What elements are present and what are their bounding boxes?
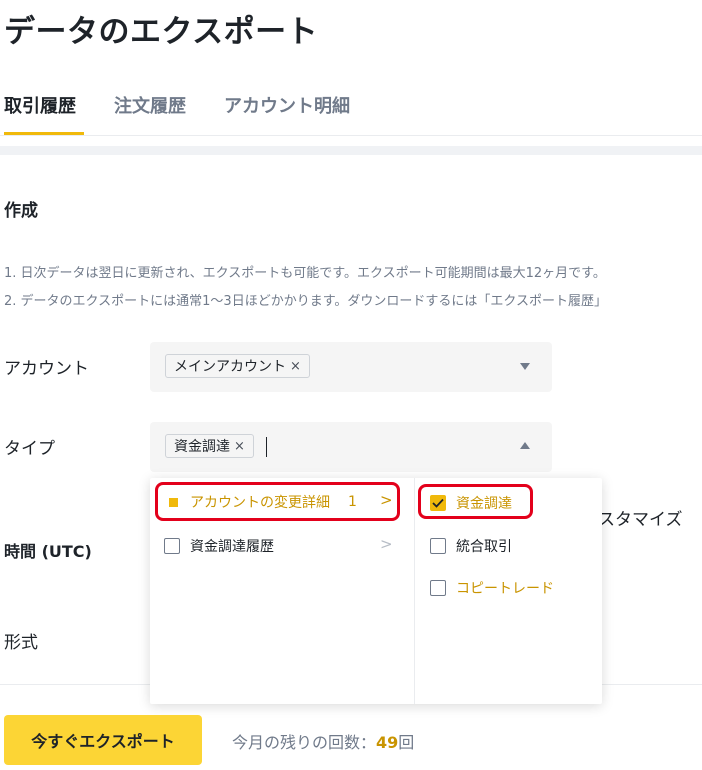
checkbox-icon[interactable]	[430, 580, 446, 596]
tab-trade-history[interactable]: 取引履歴	[4, 92, 76, 118]
remaining-suffix: 回	[398, 733, 415, 752]
note-1: 1. 日次データは翌日に更新され、エクスポートも可能です。エクスポート可能期間は…	[4, 266, 606, 281]
checkbox-icon[interactable]	[430, 538, 446, 554]
account-tag: メインアカウント ×	[165, 354, 310, 378]
dropdown-item-label: 資金調達履歴	[190, 539, 274, 555]
remaining-count-text: 今月の残りの回数：49回	[232, 729, 414, 753]
customize-option[interactable]: スタマイズ	[598, 505, 683, 530]
chevron-right-icon[interactable]: >	[380, 535, 393, 553]
type-tag: 資金調達 ×	[165, 434, 254, 458]
dropdown-column-divider	[414, 478, 415, 704]
account-select[interactable]: メインアカウント ×	[150, 342, 552, 392]
type-label: タイプ	[4, 439, 55, 459]
type-tag-remove-icon[interactable]: ×	[234, 439, 245, 454]
chevron-up-icon[interactable]	[520, 442, 530, 449]
format-label: 形式	[4, 633, 38, 653]
type-tag-label: 資金調達	[174, 439, 230, 455]
section-title: 作成	[4, 201, 38, 221]
section-separator	[0, 146, 702, 155]
dropdown-option-integrated-trading[interactable]: 統合取引	[430, 536, 512, 556]
dropdown-option-copy-trade[interactable]: コピートレード	[430, 578, 554, 598]
export-now-button[interactable]: 今すぐエクスポート	[4, 715, 202, 765]
highlight-annotation-right	[418, 484, 533, 519]
dropdown-item-funding-history[interactable]: 資金調達履歴	[164, 536, 274, 556]
note-2: 2. データのエクスポートには通常1～3日ほどかかります。ダウンロードするには「…	[4, 294, 607, 309]
dropdown-option-label: 統合取引	[456, 539, 512, 555]
remaining-prefix: 今月の残りの回数：	[232, 733, 377, 752]
checkbox-icon[interactable]	[164, 538, 180, 554]
dropdown-option-label: コピートレード	[456, 581, 554, 597]
tab-account-statement[interactable]: アカウント明細	[224, 92, 350, 118]
account-tag-label: メインアカウント	[174, 359, 286, 375]
chevron-down-icon[interactable]	[520, 363, 530, 370]
highlight-annotation-left	[155, 482, 400, 521]
active-tab-indicator	[4, 132, 84, 135]
text-cursor	[266, 437, 267, 457]
page-title: データのエクスポート	[4, 14, 319, 50]
type-select[interactable]: 資金調達 ×	[150, 422, 552, 472]
remaining-count: 49	[376, 733, 399, 752]
account-tag-remove-icon[interactable]: ×	[290, 359, 301, 374]
account-label: アカウント	[4, 359, 89, 379]
time-label: 時間 (UTC)	[4, 542, 92, 561]
tab-order-history[interactable]: 注文履歴	[114, 92, 186, 118]
tab-bar: 取引履歴 注文履歴 アカウント明細	[0, 82, 702, 136]
